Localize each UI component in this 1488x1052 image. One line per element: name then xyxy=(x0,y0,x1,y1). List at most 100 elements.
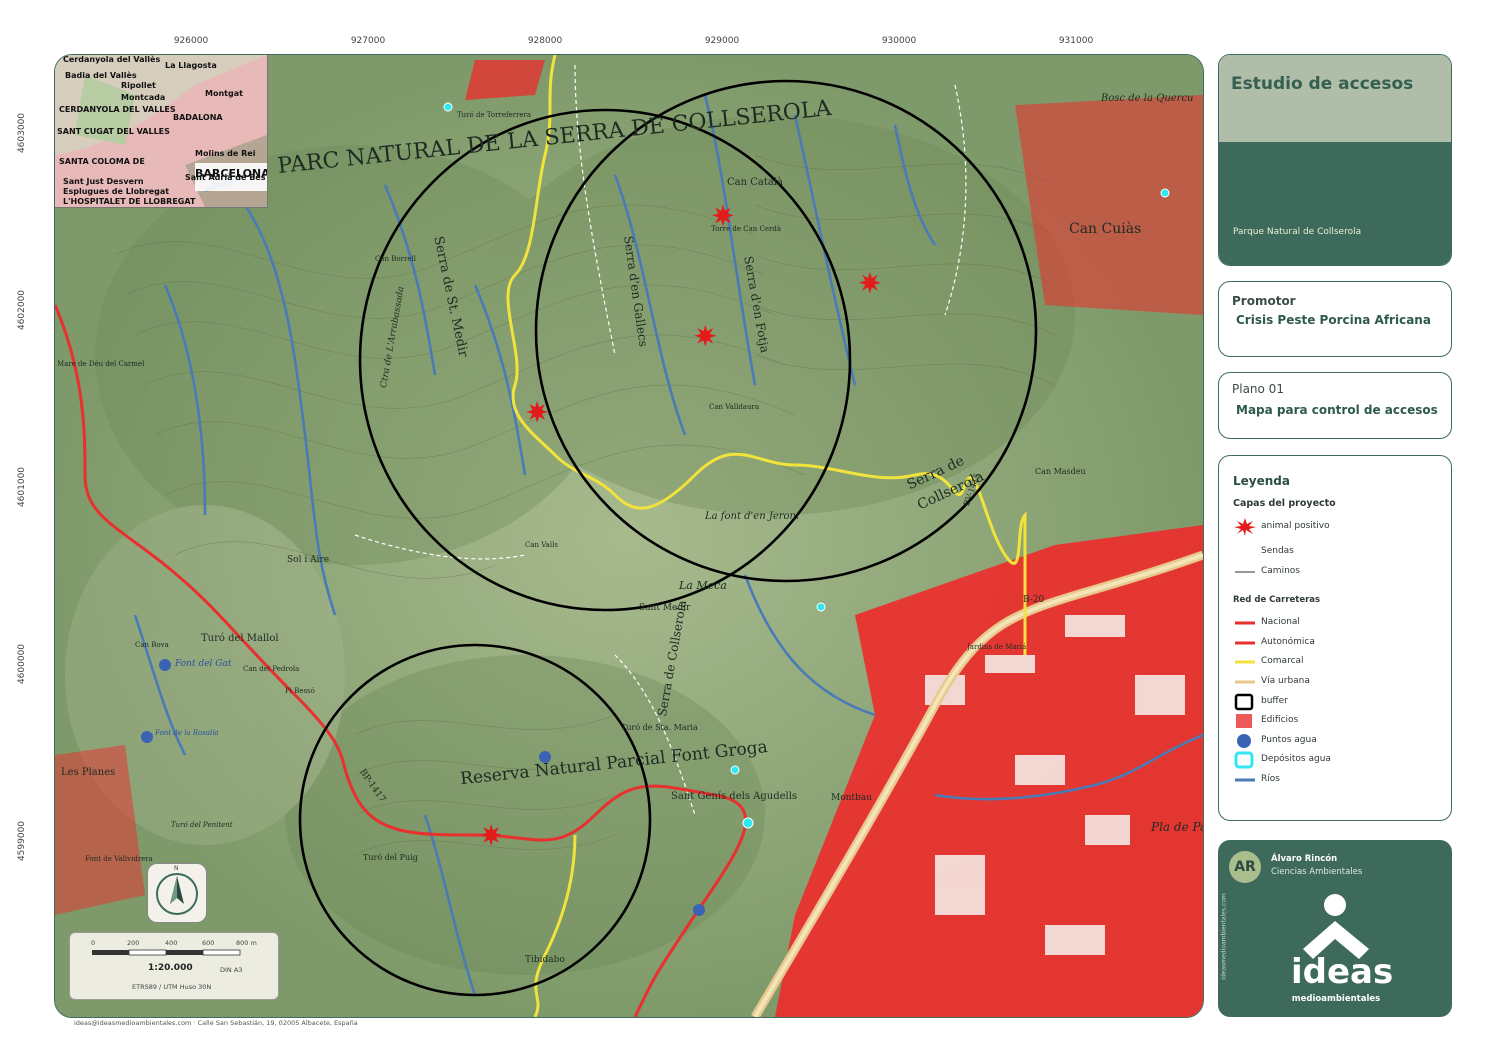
label-pi-besso: Pi Bessó xyxy=(285,687,315,695)
legend-label-edificios: Edificios xyxy=(1261,715,1299,725)
label-montbau: Montbau xyxy=(831,793,872,803)
label-sant-medir: Sant Medir xyxy=(639,603,691,613)
footer-contact: ideas@ideasmedioambientales.com · Calle … xyxy=(74,1019,358,1027)
label-carmel: Mare de Déu del Carmel xyxy=(57,360,145,368)
title-panel-bottom xyxy=(1219,142,1451,265)
coord-left-4601000: 4601000 xyxy=(17,466,27,508)
plano-value: Mapa para control de accesos xyxy=(1236,403,1438,417)
inset-label: SANT CUGAT DEL VALLES xyxy=(57,127,170,136)
north-arrow-icon xyxy=(156,873,198,915)
buffer-square-icon xyxy=(1234,693,1254,711)
page-subtitle: Parque Natural de Collserola xyxy=(1233,227,1362,237)
legend-item-buffer: buffer xyxy=(1233,693,1443,711)
legend-title: Leyenda xyxy=(1233,474,1290,488)
scale-crs: ETRS89 / UTM Huso 30N xyxy=(132,983,212,991)
label-can-valls: Can Valls xyxy=(525,541,558,549)
label-les-planes: Les Planes xyxy=(61,767,116,778)
legend-item-nacional: Nacional xyxy=(1233,614,1443,632)
page-title: Estudio de accesos xyxy=(1231,74,1414,94)
title-panel: Estudio de accesos Parque Natural de Col… xyxy=(1218,54,1452,266)
legend-label-sendas: Sendas xyxy=(1261,546,1294,556)
legend-group-roads: Red de Carreteras xyxy=(1233,595,1321,605)
inset-label: Sant Just Desvern xyxy=(63,177,144,186)
legend-item-depositos: Depósitos agua xyxy=(1233,751,1443,769)
label-turo-puig: Turó del Puig xyxy=(363,853,418,862)
label-la-meca: La Meca xyxy=(679,579,727,592)
legend-item-puntos-agua: Puntos agua xyxy=(1233,732,1443,750)
legend-panel: Leyenda Capas del proyecto animal positi… xyxy=(1218,455,1452,821)
inset-label: SANTA COLOMA DE xyxy=(59,157,145,166)
coord-top-926000: 926000 xyxy=(173,36,209,46)
label-torreferrera: Turó de Torreferrera xyxy=(457,111,532,119)
label-mallol: Turó del Mallol xyxy=(201,633,279,644)
label-font-jeroni: La font d'en Jeroni xyxy=(705,511,800,522)
inset-label: Cerdanyola del Vallès xyxy=(63,55,161,64)
logo-word: ideas xyxy=(1291,952,1394,992)
edificios-square-icon xyxy=(1236,714,1252,728)
label-sol-aire: Sol i Aire xyxy=(287,555,330,565)
north-label: N xyxy=(174,865,179,872)
inset-label: Badia del Vallès xyxy=(65,71,137,80)
plano-label: Plano 01 xyxy=(1232,382,1284,396)
label-can-cuias: Can Cuiàs xyxy=(1069,221,1142,237)
animal-positive-marker[interactable] xyxy=(858,271,881,294)
label-can-pedrola: Can del Pedrola xyxy=(243,665,300,673)
legend-label-via-urbana: Vía urbana xyxy=(1261,676,1310,686)
legend-item-autonomica: Autonómica xyxy=(1233,634,1443,652)
label-pla-parc: Pla de Parc xyxy=(1151,820,1203,834)
legend-item-edificios: Edificios xyxy=(1233,712,1443,730)
inset-label: BARCELONA xyxy=(195,167,268,180)
map-frame[interactable]: Cerdanyola del Vallès La Llagosta Badia de… xyxy=(54,54,1204,1018)
legend-label-caminos: Caminos xyxy=(1261,566,1300,576)
coord-left-4600000: 4600000 xyxy=(17,643,27,685)
via-urbana-line-icon xyxy=(1235,680,1255,684)
inset-label: Ripollet xyxy=(121,81,156,90)
rios-line-icon xyxy=(1235,778,1255,782)
comarcal-line-icon xyxy=(1235,660,1255,664)
inset-label: La Llagosta xyxy=(165,61,217,70)
inset-label: Montcada xyxy=(121,93,166,102)
nacional-line-icon xyxy=(1235,621,1255,625)
legend-item-rios: Ríos xyxy=(1233,771,1443,789)
label-can-bova: Can Bova xyxy=(135,641,169,649)
animal-positive-marker[interactable] xyxy=(694,324,717,347)
inset-label: CERDANYOLA DEL VALLES xyxy=(59,105,176,114)
label-font-rosalia: Font de la Rosalía xyxy=(155,729,219,737)
inset-label: Montgat xyxy=(205,89,243,98)
legend-item-animal: animal positivo xyxy=(1233,518,1443,536)
coord-left-4599000: 4599000 xyxy=(17,820,27,862)
label-font-gat: Font del Gat xyxy=(175,659,232,669)
legend-label-animal: animal positivo xyxy=(1261,521,1330,531)
promotor-label: Promotor xyxy=(1232,294,1296,308)
caminos-line-icon xyxy=(1235,571,1255,573)
animal-positive-marker[interactable] xyxy=(712,204,734,227)
logo-subtitle: medioambientales xyxy=(1291,994,1381,1004)
inset-map: Cerdanyola del Vallès La Llagosta Badia de… xyxy=(55,55,268,208)
inset-label: Esplugues de Llobregat xyxy=(63,187,170,196)
legend-item-comarcal: Comarcal xyxy=(1233,653,1443,671)
coord-left-4603000: 4603000 xyxy=(17,112,27,154)
legend-label-depositos: Depósitos agua xyxy=(1261,754,1331,764)
legend-label-buffer: buffer xyxy=(1261,696,1288,706)
label-turo-sta-maria: Turó de Sta. Maria xyxy=(621,723,698,732)
legend-group-project: Capas del proyecto xyxy=(1233,498,1336,509)
label-vallvidrera: Font de Vallvidrera xyxy=(85,855,153,863)
legend-label-nacional: Nacional xyxy=(1261,617,1300,627)
plano-panel: Plano 01 Mapa para control de accesos xyxy=(1218,372,1452,439)
label-valldaura: Can Valldaura xyxy=(709,403,760,411)
label-can-masdeu: Can Masdeu xyxy=(1035,467,1086,476)
coord-top-931000: 931000 xyxy=(1058,36,1094,46)
inset-label: L'HOSPITALET DE LLOBREGAT xyxy=(63,197,196,206)
legend-label-autonomica: Autonómica xyxy=(1261,637,1315,647)
title-panel-top xyxy=(1219,55,1451,142)
label-sant-genis: Sant Genís dels Agudells xyxy=(671,791,798,802)
label-b20: B-20 xyxy=(1023,595,1045,605)
puntos-agua-circle-icon xyxy=(1237,734,1251,748)
sendas-line-icon xyxy=(1235,551,1255,553)
label-can-borrell: Can Borrell xyxy=(375,255,416,263)
label-can-cerda: Torre de Can Cerdà xyxy=(711,225,782,233)
inset-label: Molins de Rei xyxy=(195,149,256,158)
scale-bar: 0 200 400 600 800 m 1:20.000 DIN A3 ETRS… xyxy=(69,932,279,1000)
autonomica-line-icon xyxy=(1235,641,1255,645)
promotor-value: Crisis Peste Porcina Africana xyxy=(1236,313,1431,327)
